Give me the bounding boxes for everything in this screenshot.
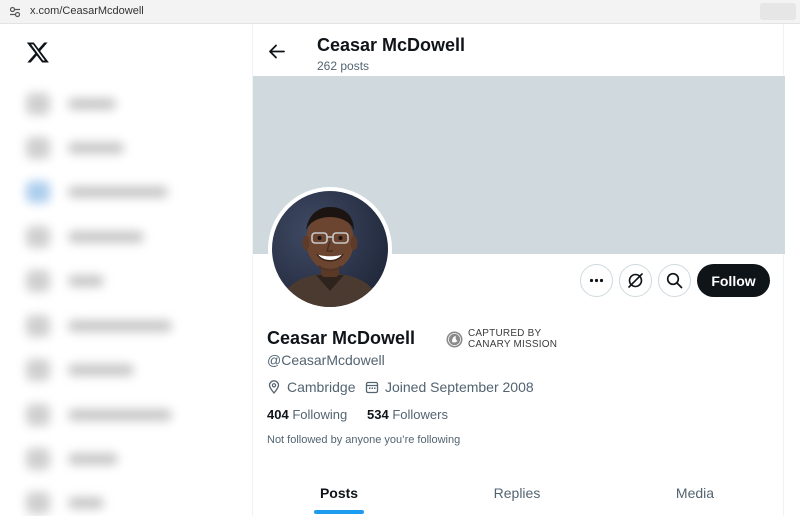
header-title: Ceasar McDowell xyxy=(317,35,466,55)
profile-joined: Joined September 2008 xyxy=(385,379,534,395)
sidebar-item-communities[interactable] xyxy=(22,309,192,343)
calendar-icon xyxy=(365,381,379,394)
x-logo-icon[interactable] xyxy=(26,40,50,64)
followers-count: 534 xyxy=(367,407,389,422)
search-profile-button[interactable] xyxy=(658,264,691,297)
more-icon xyxy=(589,278,604,283)
browser-address-bar: x.com/CeasarMcdowell xyxy=(0,0,800,24)
profile-location: Cambridge xyxy=(287,379,356,395)
sidebar-item-notifications[interactable] xyxy=(22,175,192,209)
avatar-photo xyxy=(272,191,388,307)
location-pin-icon xyxy=(268,380,280,394)
more-options-button[interactable] xyxy=(580,264,613,297)
following-label: Following xyxy=(292,407,348,422)
sidebar-item-profile[interactable] xyxy=(22,442,192,476)
sidebar xyxy=(0,24,252,516)
profile-tabs: Posts Replies Media xyxy=(253,470,785,516)
following-link[interactable]: 404 Following xyxy=(267,407,347,422)
header-post-count: 262 posts xyxy=(317,59,370,73)
canary-mission-icon xyxy=(446,331,463,348)
following-count: 404 xyxy=(267,407,289,422)
mutual-followers-note: Not followed by anyone you’re following xyxy=(267,434,461,446)
address-url[interactable]: x.com/CeasarMcdowell xyxy=(30,5,144,17)
sidebar-item-messages[interactable] xyxy=(22,220,192,254)
followers-label: Followers xyxy=(392,407,448,422)
tab-replies[interactable]: Replies xyxy=(431,470,603,516)
sidebar-item-premium[interactable] xyxy=(22,353,192,387)
profile-name: Ceasar McDowell xyxy=(267,328,416,348)
tab-media[interactable]: Media xyxy=(609,470,781,516)
profile-header: Ceasar McDowell 262 posts xyxy=(253,24,785,76)
grok-button[interactable] xyxy=(619,264,652,297)
follow-button[interactable]: Follow xyxy=(697,264,770,297)
badge-line-1: CAPTURED BY xyxy=(468,328,542,339)
sidebar-item-grok[interactable] xyxy=(22,264,192,298)
profile-column: Ceasar McDowell 262 posts Follow Ceasar … xyxy=(252,24,785,516)
avatar[interactable] xyxy=(268,187,392,311)
followers-link[interactable]: 534 Followers xyxy=(367,407,448,422)
grok-icon xyxy=(628,273,643,288)
active-tab-indicator xyxy=(314,510,364,514)
sidebar-item-verified-orgs[interactable] xyxy=(22,398,192,432)
sidebar-item-more[interactable] xyxy=(22,486,192,516)
arrow-left-icon[interactable] xyxy=(268,43,285,60)
browser-toolbar-button[interactable] xyxy=(760,3,796,20)
sidebar-item-explore[interactable] xyxy=(22,131,192,165)
search-icon xyxy=(666,272,683,289)
tune-icon[interactable] xyxy=(9,6,21,18)
sidebar-item-home[interactable] xyxy=(22,87,192,121)
badge-line-2: CANARY MISSION xyxy=(468,339,558,350)
profile-handle: @CeasarMcdowell xyxy=(267,352,385,368)
